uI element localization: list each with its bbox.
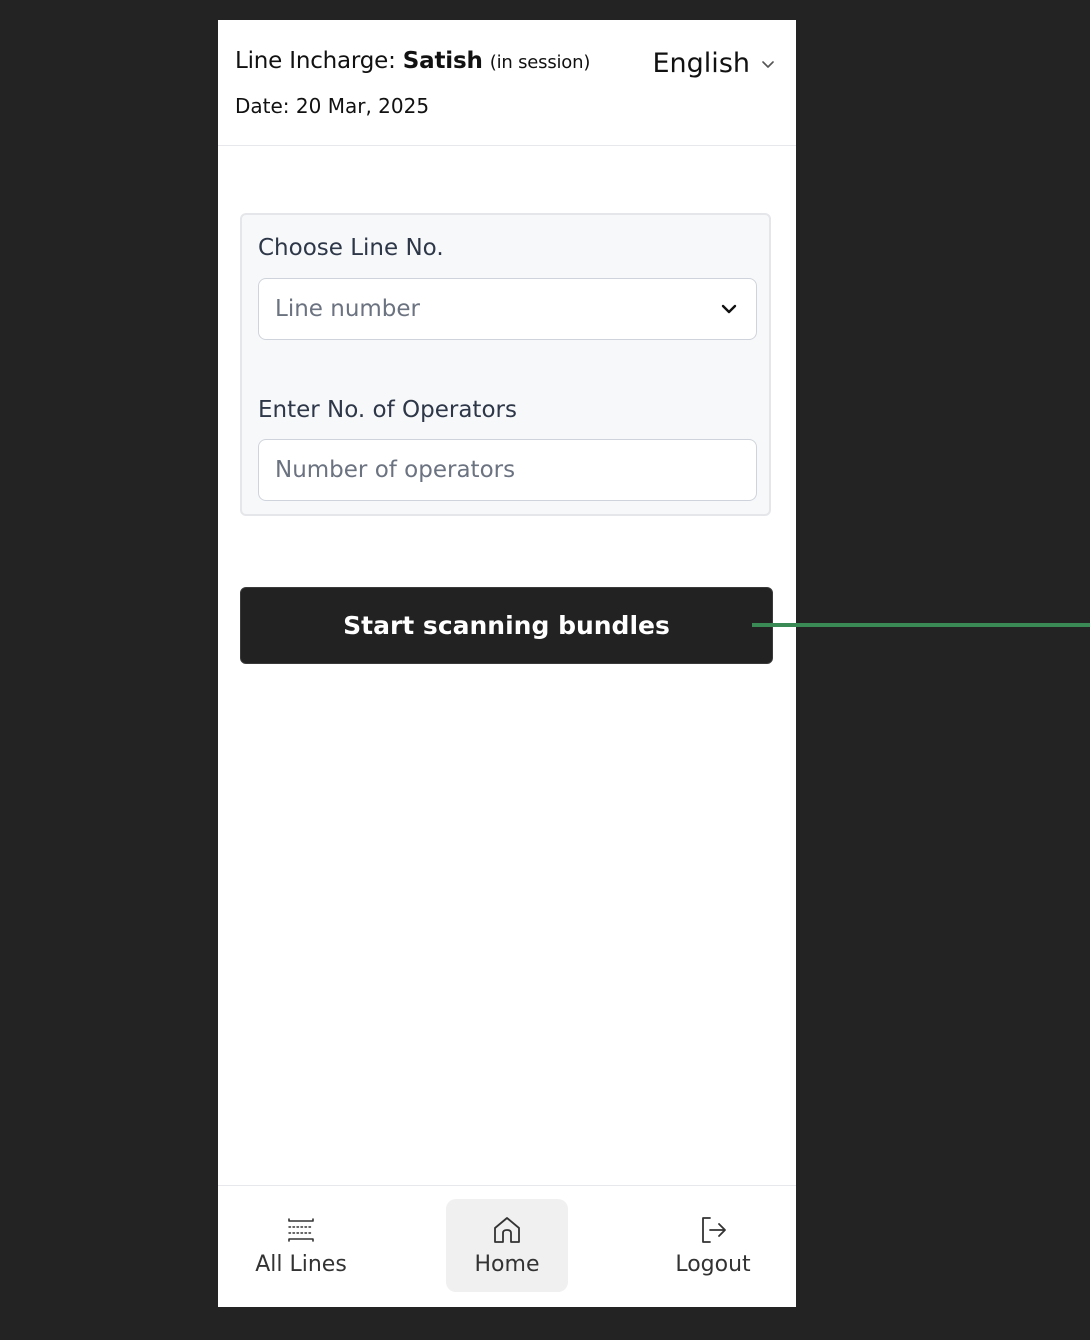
home-icon xyxy=(494,1217,520,1243)
line-number-label: Choose Line No. xyxy=(258,235,444,261)
line-incharge-info: Line Incharge: Satish (in session) xyxy=(235,48,590,74)
lines-icon xyxy=(288,1218,314,1242)
incharge-name: Satish xyxy=(402,48,483,74)
annotation-connector-line xyxy=(752,623,1090,627)
start-scanning-button[interactable]: Start scanning bundles xyxy=(240,587,773,664)
language-label: English xyxy=(652,48,751,79)
session-note: (in session) xyxy=(489,52,591,73)
date-prefix: Date: xyxy=(235,94,296,118)
bottom-navigation: All Lines Home Logout xyxy=(218,1185,796,1307)
logout-icon xyxy=(702,1217,726,1243)
nav-item-home[interactable]: Home xyxy=(446,1199,568,1292)
line-number-select[interactable]: Line number xyxy=(258,278,757,340)
operators-label: Enter No. of Operators xyxy=(258,397,517,423)
nav-label-home: Home xyxy=(474,1252,540,1277)
language-select[interactable]: English xyxy=(653,48,777,79)
header: Line Incharge: Satish (in session) Date:… xyxy=(218,20,796,146)
nav-label-all-lines: All Lines xyxy=(255,1252,347,1277)
nav-label-logout: Logout xyxy=(675,1252,751,1277)
date-display: Date: 20 Mar, 2025 xyxy=(235,94,429,118)
date-value: 20 Mar, 2025 xyxy=(295,94,430,118)
operators-input[interactable]: Number of operators xyxy=(258,439,757,501)
mobile-screen: Line Incharge: Satish (in session) Date:… xyxy=(218,20,796,1307)
chevron-down-icon xyxy=(721,304,737,314)
chevron-down-icon xyxy=(762,60,774,68)
nav-item-logout[interactable]: Logout xyxy=(652,1199,774,1292)
line-setup-card: Choose Line No. Line number Enter No. of… xyxy=(240,213,771,516)
line-number-placeholder: Line number xyxy=(275,296,421,322)
incharge-prefix: Line Incharge: xyxy=(235,48,403,74)
operators-placeholder: Number of operators xyxy=(275,457,516,483)
nav-item-all-lines[interactable]: All Lines xyxy=(240,1199,362,1292)
